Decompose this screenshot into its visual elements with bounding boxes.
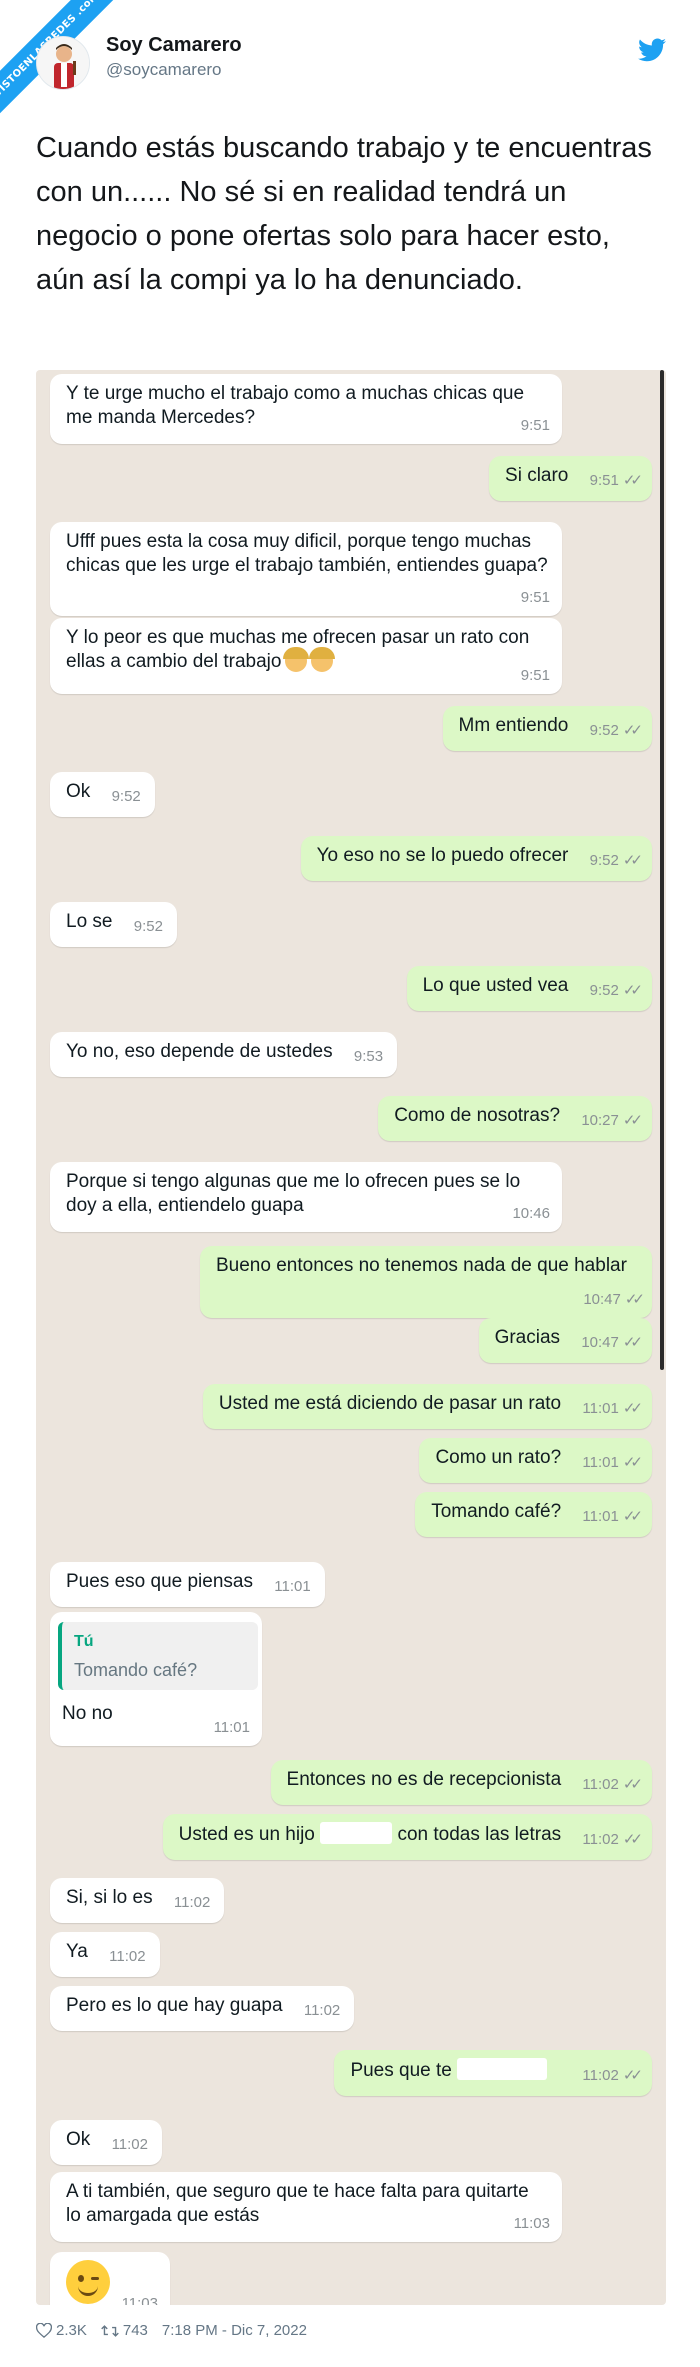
author-name[interactable]: Soy Camarero [106,34,242,57]
message-outgoing: Como un rato? 11:01 ✓✓ [419,1438,652,1483]
double-check-icon: ✓✓ [622,722,643,739]
message-time: 11:01 [213,1719,250,1736]
double-check-icon: ✓✓ [622,1400,643,1417]
redaction-box [320,1822,393,1844]
message-time: 11:02 [582,1831,619,1848]
message-outgoing: Tomando café? 11:01 ✓✓ [415,1492,652,1537]
message-time: 10:47 [583,1291,621,1308]
chat-screenshot: Y te urge mucho el trabajo como a muchas… [36,370,666,2305]
message-time: 9:52 [589,722,619,739]
message-time: 11:02 [173,1894,211,1911]
message-incoming: Yo no, eso depende de ustedes 9:53 [50,1032,398,1077]
retweet-button[interactable]: 743 [101,2322,148,2339]
person-emoji [309,647,336,672]
author-handle[interactable]: @soycamarero [106,60,222,80]
double-check-icon: ✓✓ [622,1776,643,1793]
message-incoming: Ufff pues esta la cosa muy dificil, porq… [50,522,562,616]
message-incoming: Ya 11:02 [50,1932,160,1977]
tweet-header: Soy Camarero @soycamarero [36,30,666,90]
message-time: 11:02 [582,1776,619,1793]
tweet-timestamp[interactable]: 7:18 PM - Dic 7, 2022 [162,2322,307,2339]
message-time: 11:03 [121,2295,158,2305]
message-time: 11:02 [111,2136,148,2153]
quoted-message[interactable]: Tú Tomando café? [58,1622,258,1690]
message-time: 9:53 [353,1048,384,1065]
message-time: 9:52 [111,788,141,805]
message-outgoing: Entonces no es de recepcionista 11:02 ✓✓ [270,1760,652,1805]
twitter-bird-icon[interactable] [638,38,666,62]
message-incoming: 11:03 [50,2252,170,2305]
message-time: 11:01 [582,1400,619,1417]
message-incoming: Y lo peor es que muchas me ofrecen pasar… [50,618,562,694]
message-incoming: Si, si lo es 11:02 [50,1878,225,1923]
message-outgoing: Bueno entonces no tenemos nada de que ha… [200,1246,652,1318]
message-outgoing: Mm entiendo 9:52 ✓✓ [442,706,652,751]
winking-face-emoji [66,2260,110,2304]
message-time: 11:01 [274,1578,311,1595]
message-outgoing: Yo eso no se lo puedo ofrecer 9:52 ✓✓ [300,836,652,881]
person-emoji [283,647,310,672]
avatar-waiter-icon [37,37,89,89]
message-time: 10:47 [581,1334,619,1351]
message-incoming: Lo se 9:52 [50,902,177,947]
message-time: 9:52 [589,982,619,999]
double-check-icon: ✓✓ [622,852,643,869]
message-time: 9:51 [520,589,550,606]
message-incoming-reply: Tú Tomando café? No no 11:01 [50,1612,262,1746]
message-time: 9:52 [589,852,619,869]
avatar[interactable] [36,36,90,90]
double-check-icon: ✓✓ [622,1112,643,1129]
heart-icon [36,2323,52,2338]
message-incoming: Pues eso que piensas 11:01 [50,1562,325,1607]
chat-scrollbar [660,370,664,1370]
message-incoming: Y te urge mucho el trabajo como a muchas… [50,374,562,444]
message-outgoing: Usted me está diciendo de pasar un rato … [202,1384,652,1429]
message-time: 9:51 [589,472,619,489]
double-check-icon: ✓✓ [624,1291,645,1308]
message-time: 10:46 [512,1205,550,1222]
double-check-icon: ✓✓ [622,2067,643,2084]
double-check-icon: ✓✓ [622,1454,643,1471]
retweet-icon [101,2324,119,2337]
message-time: 9:51 [520,667,550,684]
message-incoming: A ti también, que seguro que te hace fal… [50,2172,562,2242]
tweet-footer: 2.3K 743 7:18 PM - Dic 7, 2022 [36,2322,307,2339]
double-check-icon: ✓✓ [622,472,643,489]
double-check-icon: ✓✓ [622,982,643,999]
message-outgoing: Usted es un hijo con todas las letras 11… [162,1814,652,1860]
double-check-icon: ✓✓ [622,1508,643,1525]
message-outgoing: Lo que usted vea 9:52 ✓✓ [406,966,652,1011]
message-time: 11:03 [513,2215,550,2232]
message-time: 10:27 [581,1112,619,1129]
message-incoming: Porque si tengo algunas que me lo ofrece… [50,1162,562,1232]
message-time: 11:02 [582,2067,619,2084]
message-time: 11:02 [109,1948,146,1965]
tweet-text: Cuando estás buscando trabajo y te encue… [36,132,652,296]
message-outgoing: Si claro 9:51 ✓✓ [489,456,652,501]
message-time: 11:02 [303,2002,341,2019]
message-time: 11:01 [582,1508,619,1525]
like-button[interactable]: 2.3K [36,2322,87,2339]
message-outgoing: Gracias 10:47 ✓✓ [478,1318,652,1363]
message-incoming: Ok 11:02 [50,2120,162,2165]
quote-text: Tomando café? [74,1660,198,1680]
message-incoming: Ok 9:52 [50,772,155,817]
message-outgoing: Pues que te 11:02 ✓✓ [334,2050,652,2096]
redaction-box [457,2058,548,2080]
double-check-icon: ✓✓ [622,1831,643,1848]
message-time: 9:52 [133,918,163,935]
message-time: 11:01 [582,1454,619,1471]
message-incoming: Pero es lo que hay guapa 11:02 [50,1986,355,2031]
like-count: 2.3K [56,2322,87,2339]
message-outgoing: Como de nosotras? 10:27 ✓✓ [378,1096,652,1141]
double-check-icon: ✓✓ [622,1334,643,1351]
message-time: 9:51 [520,417,550,434]
quote-author: Tú [74,1633,94,1650]
retweet-count: 743 [122,2322,148,2339]
